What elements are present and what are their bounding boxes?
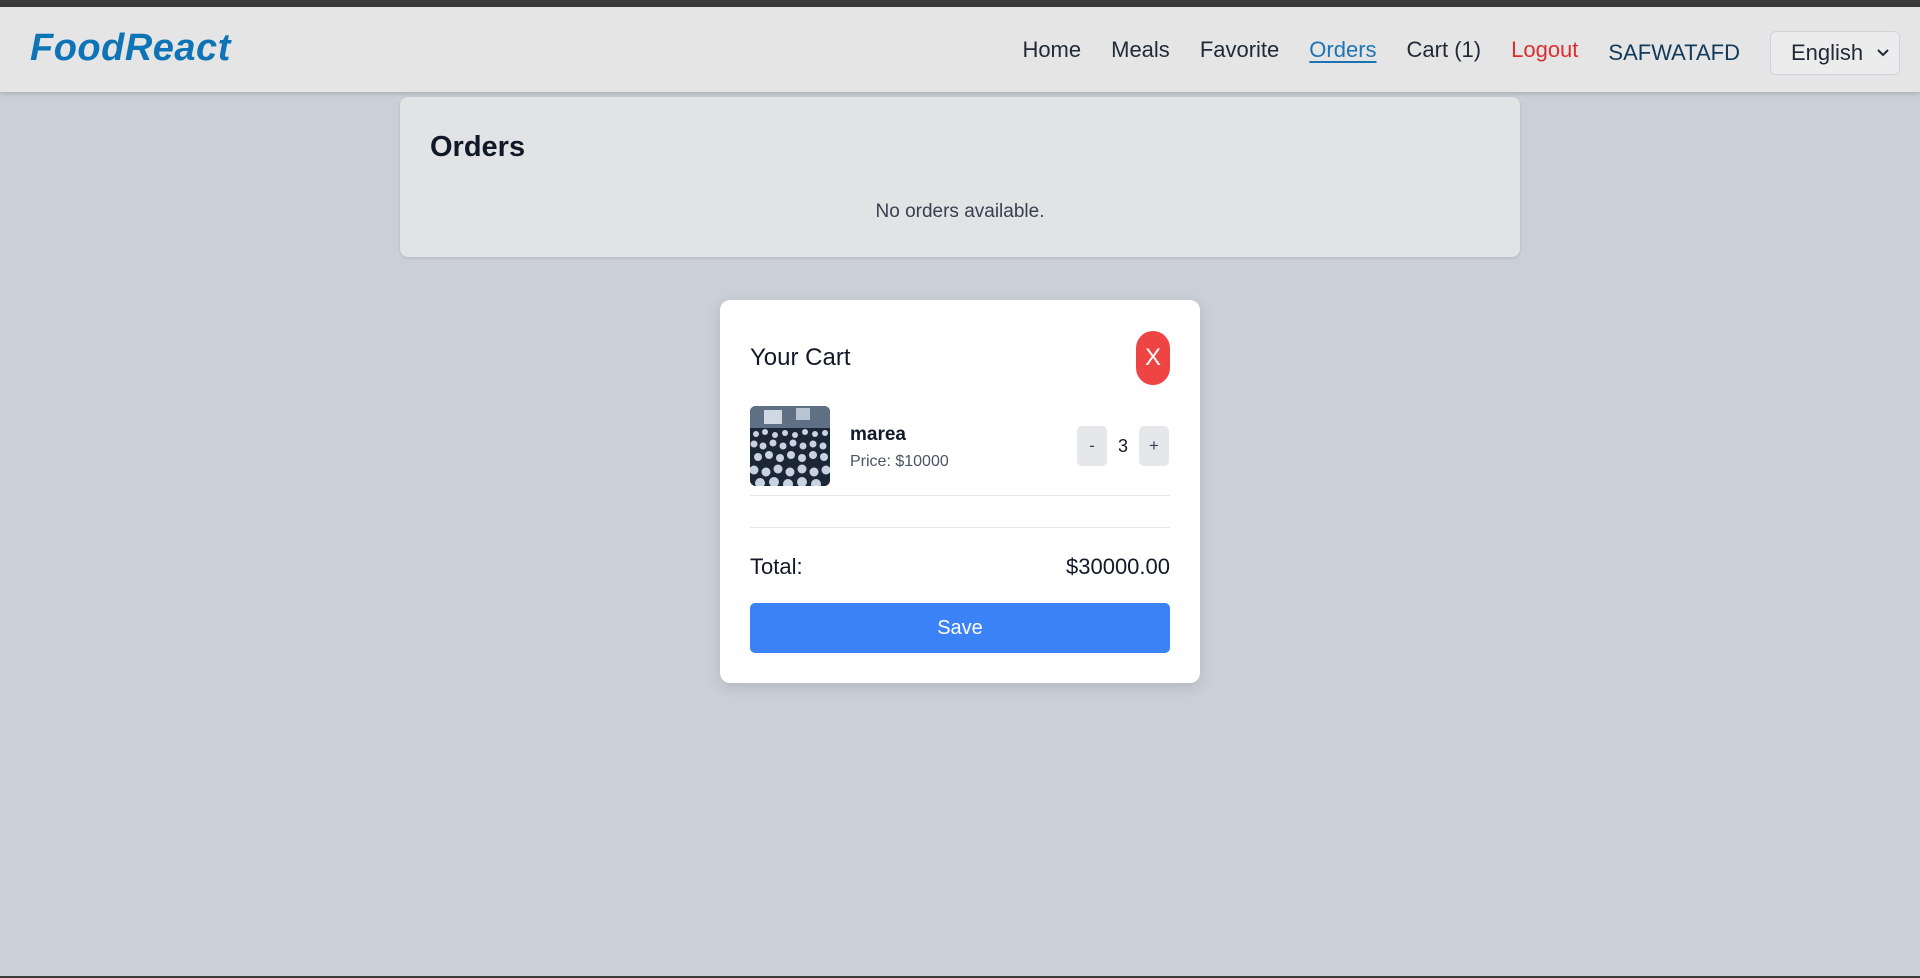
chevron-down-icon [1877,48,1889,56]
quantity-stepper: - 3 + [1077,426,1169,466]
save-button[interactable]: Save [750,603,1170,653]
cart-item-image [750,406,830,486]
orders-panel: Orders No orders available. [400,97,1520,257]
decrement-button[interactable]: - [1077,426,1107,466]
cart-item: marea Price: $10000 - 3 + [750,406,1170,496]
quantity-value: 3 [1117,435,1128,456]
nav-orders-link[interactable]: Orders [1309,37,1376,63]
total-label: Total: [750,554,803,579]
nav-meals-link[interactable]: Meals [1111,37,1170,63]
orders-title: Orders [430,131,526,163]
cart-title: Your Cart [750,344,851,371]
cart-item-price: Price: $10000 [850,453,949,470]
cart-modal: Your Cart X marea Price: $10000 - 3 + To… [720,300,1200,683]
username-label: SAFWATAFD [1608,39,1740,65]
nav-favorite-link[interactable]: Favorite [1200,37,1279,63]
close-cart-button[interactable]: X [1136,331,1170,385]
cart-item-name: marea [850,424,906,445]
nav-cart-link[interactable]: Cart (1) [1407,37,1482,63]
language-selected-value: English [1791,39,1864,65]
navbar: FoodReact Home Meals Favorite Orders Car… [0,7,1920,92]
nav-logout-link[interactable]: Logout [1511,37,1578,63]
nav-links: Home Meals Favorite Orders Cart (1) Logo… [1022,7,1900,92]
brand-logo[interactable]: FoodReact [30,27,231,70]
language-select[interactable]: English [1770,30,1900,75]
increment-button[interactable]: + [1139,426,1169,466]
cart-divider [750,527,1170,528]
crowd-photo-thumbnail [750,406,830,486]
nav-home-link[interactable]: Home [1022,37,1081,63]
window-top-edge [0,0,1920,7]
total-value: $30000.00 [1066,554,1170,579]
orders-empty-message: No orders available. [875,201,1045,222]
